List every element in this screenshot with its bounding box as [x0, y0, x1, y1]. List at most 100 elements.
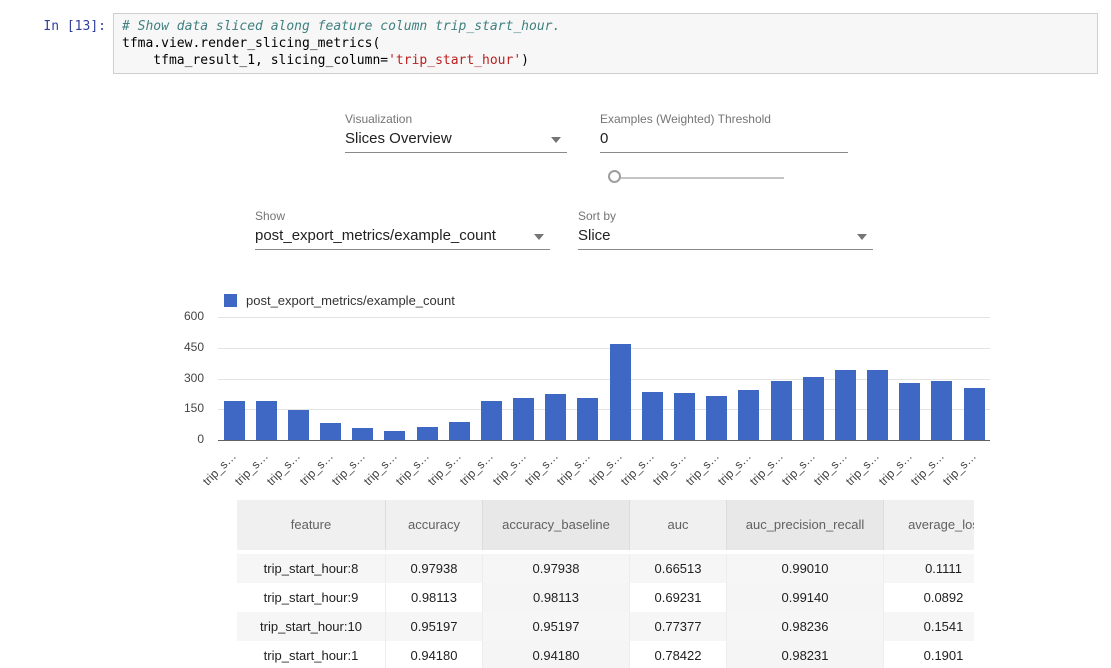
chevron-down-icon	[551, 137, 561, 143]
chart-bars	[218, 317, 990, 440]
bar-slot	[604, 317, 636, 440]
bar[interactable]	[642, 392, 663, 440]
table-cell: 0.1111	[884, 554, 974, 583]
table-cell: 0.98113	[483, 583, 630, 612]
table-header-cell[interactable]: auc	[630, 500, 727, 550]
chevron-down-icon	[534, 234, 544, 240]
y-tick-label: 300	[158, 371, 204, 386]
bar[interactable]	[545, 394, 566, 440]
bar[interactable]	[384, 431, 405, 440]
bar[interactable]	[224, 401, 245, 440]
bar[interactable]	[803, 377, 824, 440]
code-content: # Show data sliced along feature column …	[122, 18, 1089, 69]
bar-slot	[765, 317, 797, 440]
bar[interactable]	[867, 370, 888, 440]
bar-slot	[475, 317, 507, 440]
bar[interactable]	[417, 427, 438, 440]
bar-slot	[218, 317, 250, 440]
bar-slot	[379, 317, 411, 440]
bar-slot	[443, 317, 475, 440]
bar-slot	[636, 317, 668, 440]
sort-by-label: Sort by	[578, 209, 616, 223]
code-comment: # Show data sliced along feature column …	[122, 19, 560, 34]
bar[interactable]	[256, 401, 277, 440]
table-header-cell[interactable]: average_los	[884, 500, 974, 550]
table-row[interactable]: trip_start_hour:80.979380.979380.665130.…	[237, 554, 974, 583]
table-cell: 0.99010	[727, 554, 884, 583]
threshold-slider[interactable]	[608, 170, 786, 185]
bar[interactable]	[706, 396, 727, 440]
table-cell: 0.94180	[483, 641, 630, 668]
visualization-dropdown[interactable]: Slices Overview	[345, 129, 567, 153]
slider-knob[interactable]	[608, 170, 621, 183]
show-label: Show	[255, 209, 285, 223]
bar[interactable]	[513, 398, 534, 440]
table-row[interactable]: trip_start_hour:100.951970.951970.773770…	[237, 612, 974, 641]
table-cell: trip_start_hour:1	[237, 641, 386, 668]
table-cell: 0.69231	[630, 583, 727, 612]
threshold-value: 0	[600, 129, 608, 149]
table-cell: 0.95197	[483, 612, 630, 641]
threshold-input[interactable]: 0	[600, 129, 848, 153]
table-header-cell[interactable]: auc_precision_recall	[727, 500, 884, 550]
table-cell: 0.97938	[386, 554, 483, 583]
table-cell: 0.94180	[386, 641, 483, 668]
table-row[interactable]: trip_start_hour:90.981130.981130.692310.…	[237, 583, 974, 612]
bar[interactable]	[674, 393, 695, 440]
code-line-3-post: )	[521, 53, 529, 68]
table-cell: 0.66513	[630, 554, 727, 583]
bar-slot	[315, 317, 347, 440]
show-metric-value: post_export_metrics/example_count	[255, 226, 496, 246]
table-cell: 0.0892	[884, 583, 974, 612]
bar-slot	[926, 317, 958, 440]
bar-slot	[733, 317, 765, 440]
show-metric-dropdown[interactable]: post_export_metrics/example_count	[255, 226, 550, 250]
sort-by-value: Slice	[578, 226, 611, 246]
bar[interactable]	[835, 370, 856, 440]
bar-slot	[701, 317, 733, 440]
table-cell: 0.99140	[727, 583, 884, 612]
visualization-value: Slices Overview	[345, 129, 452, 149]
bar[interactable]	[481, 401, 502, 440]
bar[interactable]	[320, 423, 341, 440]
y-tick-label: 600	[158, 309, 204, 324]
bar-slot	[347, 317, 379, 440]
bar[interactable]	[577, 398, 598, 440]
bar[interactable]	[738, 390, 759, 440]
table-cell: 0.98113	[386, 583, 483, 612]
table-cell: 0.97938	[483, 554, 630, 583]
visualization-label: Visualization	[345, 112, 412, 126]
chevron-down-icon	[857, 234, 867, 240]
bar-slot	[797, 317, 829, 440]
code-cell-editor[interactable]: # Show data sliced along feature column …	[113, 13, 1098, 74]
table-row[interactable]: trip_start_hour:10.941800.941800.784220.…	[237, 641, 974, 668]
table-header-cell[interactable]: feature	[237, 500, 386, 550]
code-line-3-pre: tfma_result_1, slicing_column=	[122, 53, 388, 68]
bar[interactable]	[771, 381, 792, 440]
bar[interactable]	[899, 383, 920, 440]
threshold-label: Examples (Weighted) Threshold	[600, 112, 771, 126]
bar-slot	[958, 317, 990, 440]
y-tick-label: 150	[158, 401, 204, 416]
bar-slot	[282, 317, 314, 440]
bar[interactable]	[352, 428, 373, 440]
bar[interactable]	[964, 388, 985, 440]
bar-slot	[829, 317, 861, 440]
code-string: 'trip_start_hour'	[388, 53, 521, 68]
bar[interactable]	[610, 344, 631, 440]
table-header-cell[interactable]: accuracy	[386, 500, 483, 550]
table-header-cell[interactable]: accuracy_baseline	[483, 500, 630, 550]
table-header-row: featureaccuracyaccuracy_baselineaucauc_p…	[237, 500, 974, 550]
y-tick-label: 450	[158, 340, 204, 355]
bar-slot	[572, 317, 604, 440]
table-cell: 0.1541	[884, 612, 974, 641]
code-line-3: tfma_result_1, slicing_column='trip_star…	[122, 53, 529, 68]
sort-by-dropdown[interactable]: Slice	[578, 226, 873, 250]
notebook-page: In [13]: # Show data sliced along featur…	[0, 0, 1111, 668]
table-cell: 0.78422	[630, 641, 727, 668]
bar[interactable]	[288, 410, 309, 440]
bar[interactable]	[931, 381, 952, 440]
metrics-table: featureaccuracyaccuracy_baselineaucauc_p…	[237, 500, 974, 668]
table-cell: 0.95197	[386, 612, 483, 641]
bar[interactable]	[449, 422, 470, 440]
